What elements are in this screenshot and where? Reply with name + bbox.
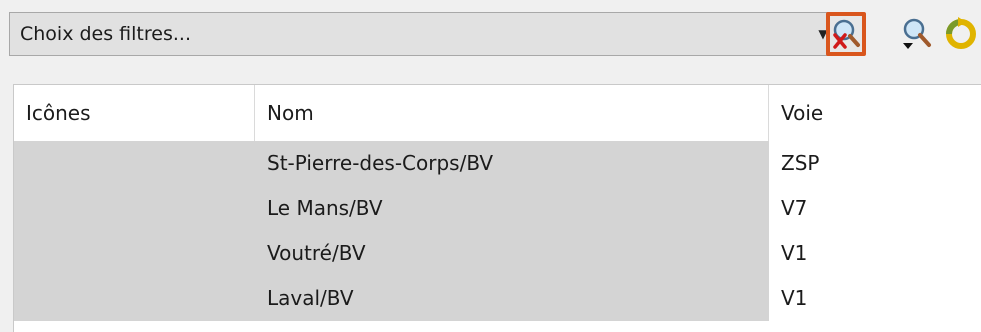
track-cell: V1: [769, 231, 981, 276]
grid-header: Icônes Nom Voie: [14, 85, 981, 141]
clear-filter-button[interactable]: [826, 12, 866, 56]
table-row[interactable]: St-Pierre-des-Corps/BV ZSP: [14, 141, 981, 186]
filter-select-value: Choix des filtres...: [20, 23, 191, 45]
icon-cell: [14, 141, 255, 186]
icon-cell: [14, 186, 255, 231]
table-row[interactable]: Laval/BV V1: [14, 276, 981, 321]
search-clear-icon: [833, 19, 860, 49]
track-cell: V1: [769, 276, 981, 321]
search-dropdown-icon: [903, 18, 931, 49]
icon-cell: [14, 231, 255, 276]
table-row[interactable]: Le Mans/BV V7: [14, 186, 981, 231]
refresh-icon: [946, 17, 976, 49]
refresh-button[interactable]: [944, 12, 981, 56]
results-grid: Icônes Nom Voie St-Pierre-des-Corps/BV Z…: [13, 84, 981, 332]
name-cell: Le Mans/BV: [255, 186, 769, 231]
name-cell: Laval/BV: [255, 276, 769, 321]
name-cell: Voutré/BV: [255, 231, 769, 276]
column-header-icons[interactable]: Icônes: [14, 85, 255, 141]
icon-cell: [14, 276, 255, 321]
track-cell: ZSP: [769, 141, 981, 186]
track-cell: V7: [769, 186, 981, 231]
filter-dropdown-button[interactable]: [896, 12, 936, 56]
table-row[interactable]: Voutré/BV V1: [14, 231, 981, 276]
column-header-track[interactable]: Voie: [769, 85, 981, 141]
column-header-name[interactable]: Nom: [255, 85, 769, 141]
name-cell: St-Pierre-des-Corps/BV: [255, 141, 769, 186]
filter-select[interactable]: Choix des filtres... ▼: [9, 12, 838, 56]
